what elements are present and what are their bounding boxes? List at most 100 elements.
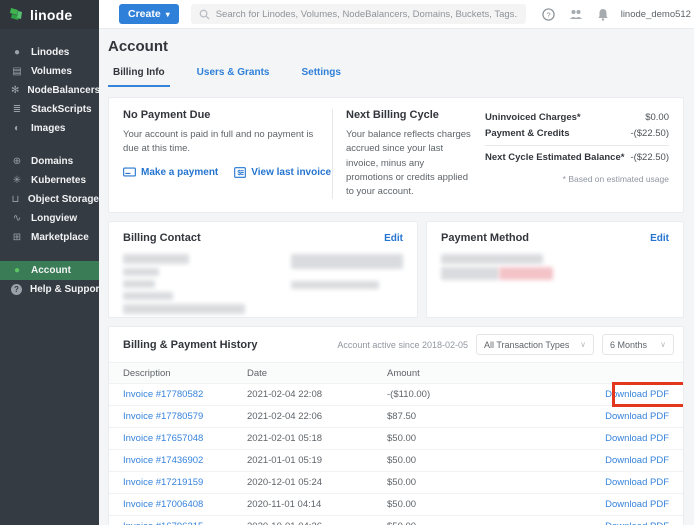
community-icon[interactable] bbox=[569, 8, 583, 20]
sidebar-item-stackscripts[interactable]: ≣ StackScripts bbox=[0, 100, 99, 119]
invoice-link[interactable]: Invoice #17780582 bbox=[123, 389, 203, 400]
invoice-amount: $50.00 bbox=[387, 494, 537, 516]
invoice-date: 2020-10-01 04:36 bbox=[247, 516, 387, 525]
sidebar-item-images[interactable]: ◐ Images bbox=[0, 119, 99, 138]
invoice-amount: $50.00 bbox=[387, 516, 537, 525]
invoice-link[interactable]: Invoice #17436902 bbox=[123, 455, 203, 466]
invoice-link[interactable]: Invoice #17780579 bbox=[123, 411, 203, 422]
sidebar-item-domains[interactable]: ⊕ Domains bbox=[0, 152, 99, 171]
invoice-link[interactable]: Invoice #17657048 bbox=[123, 433, 203, 444]
invoice-icon: $ bbox=[234, 167, 246, 178]
no-payment-due-panel: No Payment Due Your account is paid in f… bbox=[123, 109, 319, 199]
invoices-table: Description Date Amount Invoice #1778058… bbox=[109, 362, 683, 525]
sidebar-item-marketplace[interactable]: ⊞ Marketplace bbox=[0, 228, 99, 247]
main-content: Account Billing Info Users & Grants Sett… bbox=[99, 29, 694, 525]
invoice-amount: -($110.00) bbox=[387, 384, 537, 406]
svg-text:?: ? bbox=[546, 10, 550, 19]
svg-text:$: $ bbox=[238, 169, 242, 176]
no-payment-due-body: Your account is paid in full and no paym… bbox=[123, 128, 319, 157]
sidebar-item-volumes[interactable]: ▤ Volumes bbox=[0, 62, 99, 81]
help-icon[interactable]: ? bbox=[542, 8, 555, 21]
invoice-date: 2021-02-04 22:08 bbox=[247, 384, 387, 406]
invoice-link[interactable]: Invoice #17006408 bbox=[123, 499, 203, 510]
edit-billing-contact-link[interactable]: Edit bbox=[384, 233, 403, 244]
redacted-expiry-warning bbox=[499, 267, 553, 280]
download-pdf-link[interactable]: Download PDF bbox=[605, 477, 669, 488]
table-row: Invoice #17436902 2021-01-01 05:19 $50.0… bbox=[109, 450, 683, 472]
search-bar[interactable] bbox=[191, 4, 526, 24]
download-pdf-link[interactable]: Download PDF bbox=[605, 455, 669, 466]
billing-summary-card: No Payment Due Your account is paid in f… bbox=[108, 97, 684, 213]
notifications-bell-icon[interactable] bbox=[597, 8, 609, 21]
edit-payment-method-link[interactable]: Edit bbox=[650, 233, 669, 244]
kubernetes-icon: ✳ bbox=[11, 176, 23, 186]
billing-contact-redacted bbox=[123, 254, 403, 318]
download-pdf-link[interactable]: Download PDF bbox=[605, 521, 669, 525]
billing-figures: Uninvoiced Charges* $0.00 Payment & Cred… bbox=[471, 109, 669, 199]
sidebar-item-kubernetes[interactable]: ✳ Kubernetes bbox=[0, 171, 99, 190]
billing-contact-card: Billing Contact Edit bbox=[108, 221, 418, 318]
images-icon: ◐ bbox=[11, 124, 23, 134]
view-last-invoice-link[interactable]: $ View last invoice bbox=[234, 167, 331, 178]
invoice-amount: $50.00 bbox=[387, 450, 537, 472]
payment-credits-row: Payment & Credits -($22.50) bbox=[485, 125, 669, 141]
divider bbox=[332, 109, 333, 199]
sidebar-item-nodebalancers[interactable]: ✻ NodeBalancers bbox=[0, 81, 99, 100]
column-description: Description bbox=[109, 363, 247, 384]
invoice-link[interactable]: Invoice #17219159 bbox=[123, 477, 203, 488]
next-billing-cycle-title: Next Billing Cycle bbox=[346, 109, 471, 121]
payment-method-card: Payment Method Edit bbox=[426, 221, 684, 318]
sidebar-item-longview[interactable]: ∿ Longview bbox=[0, 209, 99, 228]
make-payment-link[interactable]: Make a payment bbox=[123, 167, 218, 178]
topbar: Create ? linode_demo512 bbox=[99, 0, 694, 29]
linodes-icon: ● bbox=[11, 48, 23, 58]
sidebar-item-linodes[interactable]: ● Linodes bbox=[0, 43, 99, 62]
download-pdf-link[interactable]: Download PDF bbox=[605, 433, 669, 444]
sidebar-item-help-support[interactable]: Help & Support bbox=[0, 280, 99, 299]
sidebar-item-object-storage[interactable]: ⊔ Object Storage bbox=[0, 190, 99, 209]
download-pdf-link[interactable]: Download PDF bbox=[605, 389, 669, 400]
column-actions bbox=[537, 363, 683, 384]
table-row: Invoice #17780582 2021-02-04 22:08 -($11… bbox=[109, 384, 683, 406]
create-button[interactable]: Create bbox=[119, 4, 179, 24]
download-pdf-link[interactable]: Download PDF bbox=[605, 411, 669, 422]
invoice-link[interactable]: Invoice #16796315 bbox=[123, 521, 203, 525]
domains-icon: ⊕ bbox=[11, 157, 23, 167]
billing-history-card: Billing & Payment History Account active… bbox=[108, 326, 684, 525]
credit-card-icon bbox=[123, 167, 136, 177]
payment-links: Make a payment $ View last invoice bbox=[123, 167, 319, 178]
redacted-text bbox=[291, 254, 403, 269]
redacted-text bbox=[123, 254, 189, 264]
search-input[interactable] bbox=[216, 9, 518, 20]
invoice-date: 2021-01-01 05:19 bbox=[247, 450, 387, 472]
tab-settings[interactable]: Settings bbox=[296, 67, 345, 87]
redacted-text bbox=[123, 268, 159, 276]
estimate-footnote: * Based on estimated usage bbox=[485, 174, 669, 184]
invoice-amount: $50.00 bbox=[387, 428, 537, 450]
chevron-down-icon bbox=[660, 340, 666, 349]
tab-bar: Billing Info Users & Grants Settings bbox=[108, 67, 684, 87]
invoice-date: 2020-12-01 05:24 bbox=[247, 472, 387, 494]
estimated-balance-row: Next Cycle Estimated Balance* -($22.50) bbox=[485, 145, 669, 166]
table-row: Invoice #17657048 2021-02-01 05:18 $50.0… bbox=[109, 428, 683, 450]
username[interactable]: linode_demo512 bbox=[621, 9, 691, 20]
table-row: Invoice #17006408 2020-11-01 04:14 $50.0… bbox=[109, 494, 683, 516]
linode-logo[interactable]: linode bbox=[0, 0, 99, 29]
billing-history-title: Billing & Payment History bbox=[123, 339, 337, 351]
sidebar-item-account[interactable]: ● Account bbox=[0, 261, 99, 280]
chevron-down-icon bbox=[166, 8, 170, 20]
tab-users-grants[interactable]: Users & Grants bbox=[192, 67, 275, 87]
table-row: Invoice #17219159 2020-12-01 05:24 $50.0… bbox=[109, 472, 683, 494]
page-title: Account bbox=[108, 38, 684, 55]
linode-logo-icon bbox=[9, 7, 24, 23]
linode-cloud-manager: linode ● Linodes ▤ Volumes ✻ NodeBalance… bbox=[0, 0, 694, 525]
uninvoiced-charges-row: Uninvoiced Charges* $0.00 bbox=[485, 109, 669, 125]
redacted-text bbox=[441, 267, 499, 280]
transaction-type-select[interactable]: All Transaction Types bbox=[476, 334, 594, 355]
redacted-text bbox=[291, 281, 379, 289]
tab-billing-info[interactable]: Billing Info bbox=[108, 67, 170, 87]
account-icon: ● bbox=[11, 266, 23, 276]
date-range-select[interactable]: 6 Months bbox=[602, 334, 674, 355]
download-pdf-link[interactable]: Download PDF bbox=[605, 499, 669, 510]
table-row: Invoice #16796315 2020-10-01 04:36 $50.0… bbox=[109, 516, 683, 525]
